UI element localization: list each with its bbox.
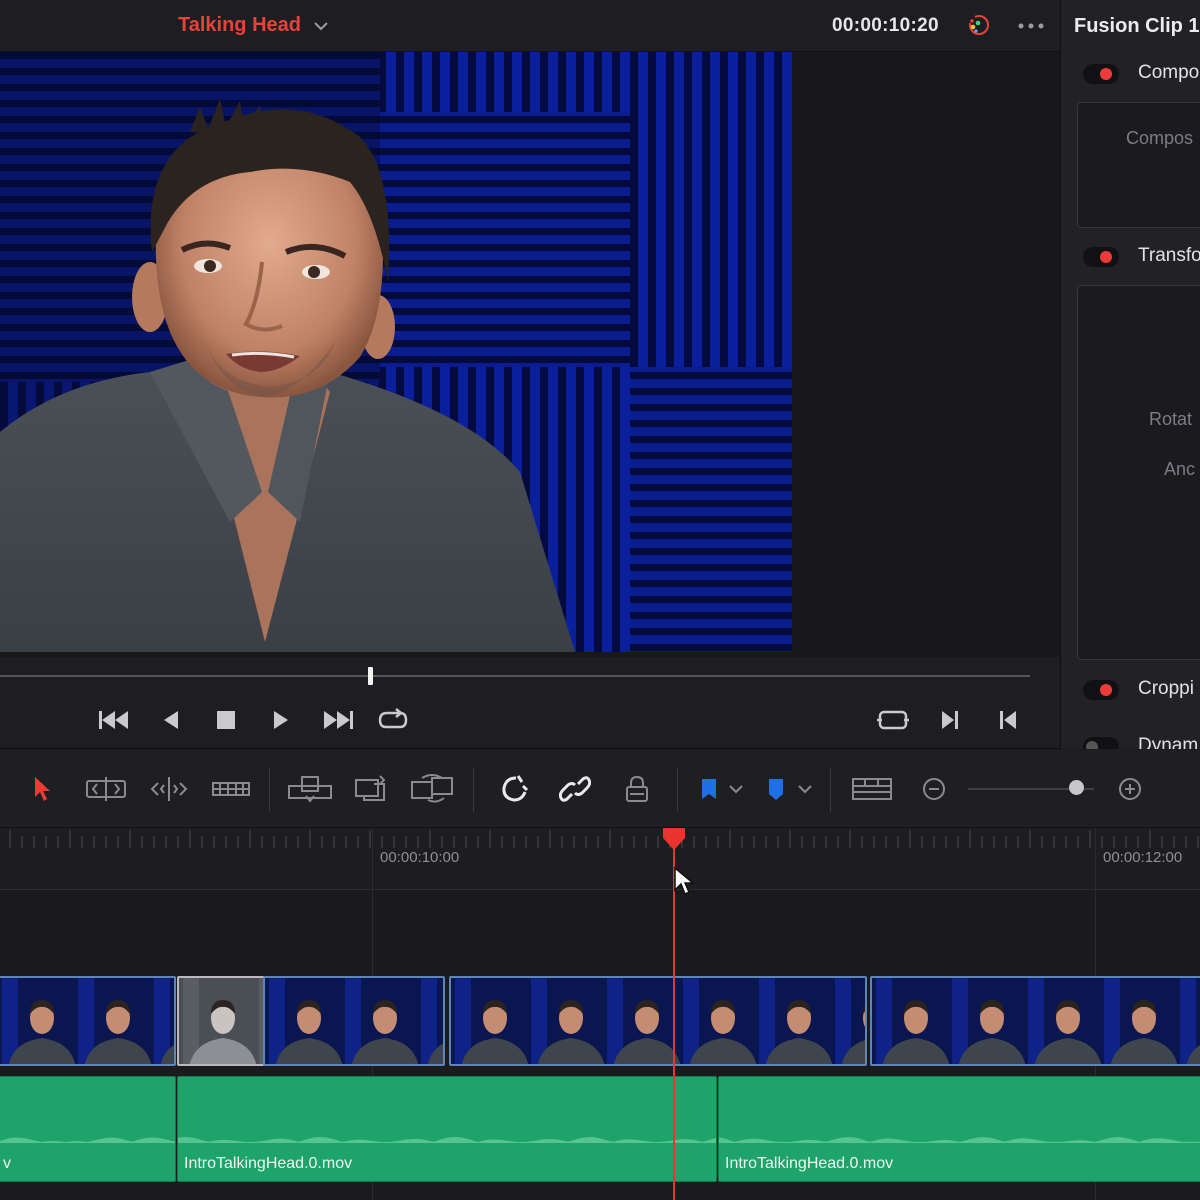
empty-video-track-2[interactable] (0, 890, 1200, 978)
play-reverse-icon[interactable] (151, 703, 191, 737)
clip-thumbnails (451, 978, 865, 1064)
inspector-title: Fusion Clip 1 (1074, 15, 1200, 37)
zoom-slider-handle[interactable] (1069, 780, 1084, 795)
loop-icon[interactable] (372, 703, 412, 737)
viewer-scrubber[interactable] (0, 675, 1030, 677)
snapping-icon[interactable] (496, 772, 532, 806)
audio-clip-name: v (3, 1155, 11, 1172)
inspector-section-composite[interactable]: Compo (1083, 60, 1200, 90)
toolbar-divider (677, 768, 678, 812)
section-label: Transfo (1138, 245, 1200, 266)
match-frame-icon[interactable] (873, 703, 913, 737)
position-lock-icon[interactable] (620, 772, 654, 806)
video-clip[interactable] (263, 976, 445, 1066)
inspector-panel: Fusion Clip 1 Compo Compos Transfo Rotat… (1060, 0, 1200, 749)
fusion-clip-selected[interactable] (177, 976, 265, 1066)
toggle-on-indicator (1100, 684, 1112, 696)
trim-edit-icon[interactable] (83, 772, 129, 806)
audio-clip[interactable]: IntroTalkingHead.0.mov (718, 1076, 1200, 1182)
toggle-on-indicator (1100, 68, 1112, 80)
composite-mode-field[interactable]: Compos (1126, 128, 1193, 149)
transport-controls (0, 657, 1060, 749)
anchor-field[interactable]: Anc (1164, 459, 1195, 480)
flag-icon[interactable] (696, 772, 748, 806)
linked-selection-icon[interactable] (557, 772, 593, 806)
inspector-section-cropping[interactable]: Croppi (1083, 676, 1200, 706)
transform-settings-box: Rotat Anc (1077, 285, 1200, 660)
clip-thumbnails (872, 978, 1200, 1064)
fusion-fx-icon[interactable] (962, 12, 994, 40)
replace-clip-icon[interactable] (408, 772, 458, 806)
chevron-down-icon[interactable] (312, 17, 330, 35)
viewer-header: Talking Head 00:00:10:20 (0, 0, 1060, 52)
playhead-handle-icon[interactable] (661, 828, 687, 850)
play-icon[interactable] (261, 703, 301, 737)
selection-arrow-icon[interactable] (30, 772, 56, 806)
previous-edit-icon[interactable] (988, 703, 1028, 737)
inspector-section-transform[interactable]: Transfo (1083, 243, 1200, 273)
video-clip[interactable] (0, 976, 176, 1066)
timeline-ruler[interactable]: 00:00:10:00 00:00:12:00 (0, 828, 1200, 890)
video-clip[interactable] (449, 976, 867, 1066)
stop-icon[interactable] (206, 703, 246, 737)
dynamic-trim-icon[interactable] (146, 772, 192, 806)
marker-icon[interactable] (763, 772, 817, 806)
more-options-icon[interactable] (1014, 14, 1050, 38)
blade-icon[interactable] (208, 772, 254, 806)
source-viewer[interactable] (0, 52, 1060, 657)
section-label: Dynam (1138, 735, 1199, 749)
zoom-in-icon[interactable] (1114, 772, 1146, 806)
composite-toggle[interactable] (1083, 64, 1119, 84)
audio-waveform (0, 1137, 175, 1143)
scrubber-playhead[interactable] (368, 667, 373, 685)
audio-clip[interactable]: IntroTalkingHead.0.mov (177, 1076, 717, 1182)
toggle-on-indicator (1100, 251, 1112, 263)
skip-to-start-icon[interactable] (94, 703, 134, 737)
audio-clip[interactable]: v (0, 1076, 176, 1182)
clip-thumbnails (0, 978, 174, 1064)
overwrite-clip-icon[interactable] (350, 772, 392, 806)
mouse-cursor-icon (674, 866, 695, 896)
timeline-view-options-icon[interactable] (850, 772, 894, 806)
clip-thumbnails (265, 978, 443, 1064)
audio-clip-name: IntroTalkingHead.0.mov (184, 1155, 353, 1172)
insert-clip-icon[interactable] (286, 772, 334, 806)
rotation-field[interactable]: Rotat (1149, 409, 1192, 430)
cropping-toggle[interactable] (1083, 680, 1119, 700)
transform-toggle[interactable] (1083, 247, 1119, 267)
timeline-toolbar (0, 750, 1200, 828)
toolbar-divider (473, 768, 474, 812)
ruler-timecode-label: 00:00:12:00 (1103, 849, 1183, 866)
audio-clip-name: IntroTalkingHead.0.mov (725, 1155, 894, 1172)
section-label: Croppi (1138, 678, 1194, 699)
timeline-name-dropdown[interactable]: Talking Head (178, 14, 301, 37)
dynamic-zoom-toggle[interactable] (1083, 737, 1119, 749)
video-clip[interactable] (870, 976, 1200, 1066)
timeline-area[interactable]: 00:00:10:00 00:00:12:00 v IntroTalkingHe… (0, 828, 1200, 1200)
inspector-section-dynamic-zoom[interactable]: Dynam (1083, 733, 1200, 749)
toggle-off-indicator (1086, 741, 1098, 749)
ruler-ticks (9, 830, 1199, 848)
ruler-timecode-label: 00:00:10:00 (380, 849, 460, 866)
zoom-out-icon[interactable] (918, 772, 950, 806)
video-frame (0, 52, 792, 652)
toolbar-divider (830, 768, 831, 812)
section-label: Compo (1138, 62, 1200, 83)
talking-head-video-image (0, 52, 792, 652)
toolbar-divider (269, 768, 270, 812)
composite-settings-box: Compos (1077, 102, 1200, 228)
next-edit-icon[interactable] (930, 703, 970, 737)
viewer-timecode[interactable]: 00:00:10:20 (832, 15, 939, 37)
skip-to-end-icon[interactable] (318, 703, 358, 737)
clip-thumbnails (179, 978, 263, 1064)
